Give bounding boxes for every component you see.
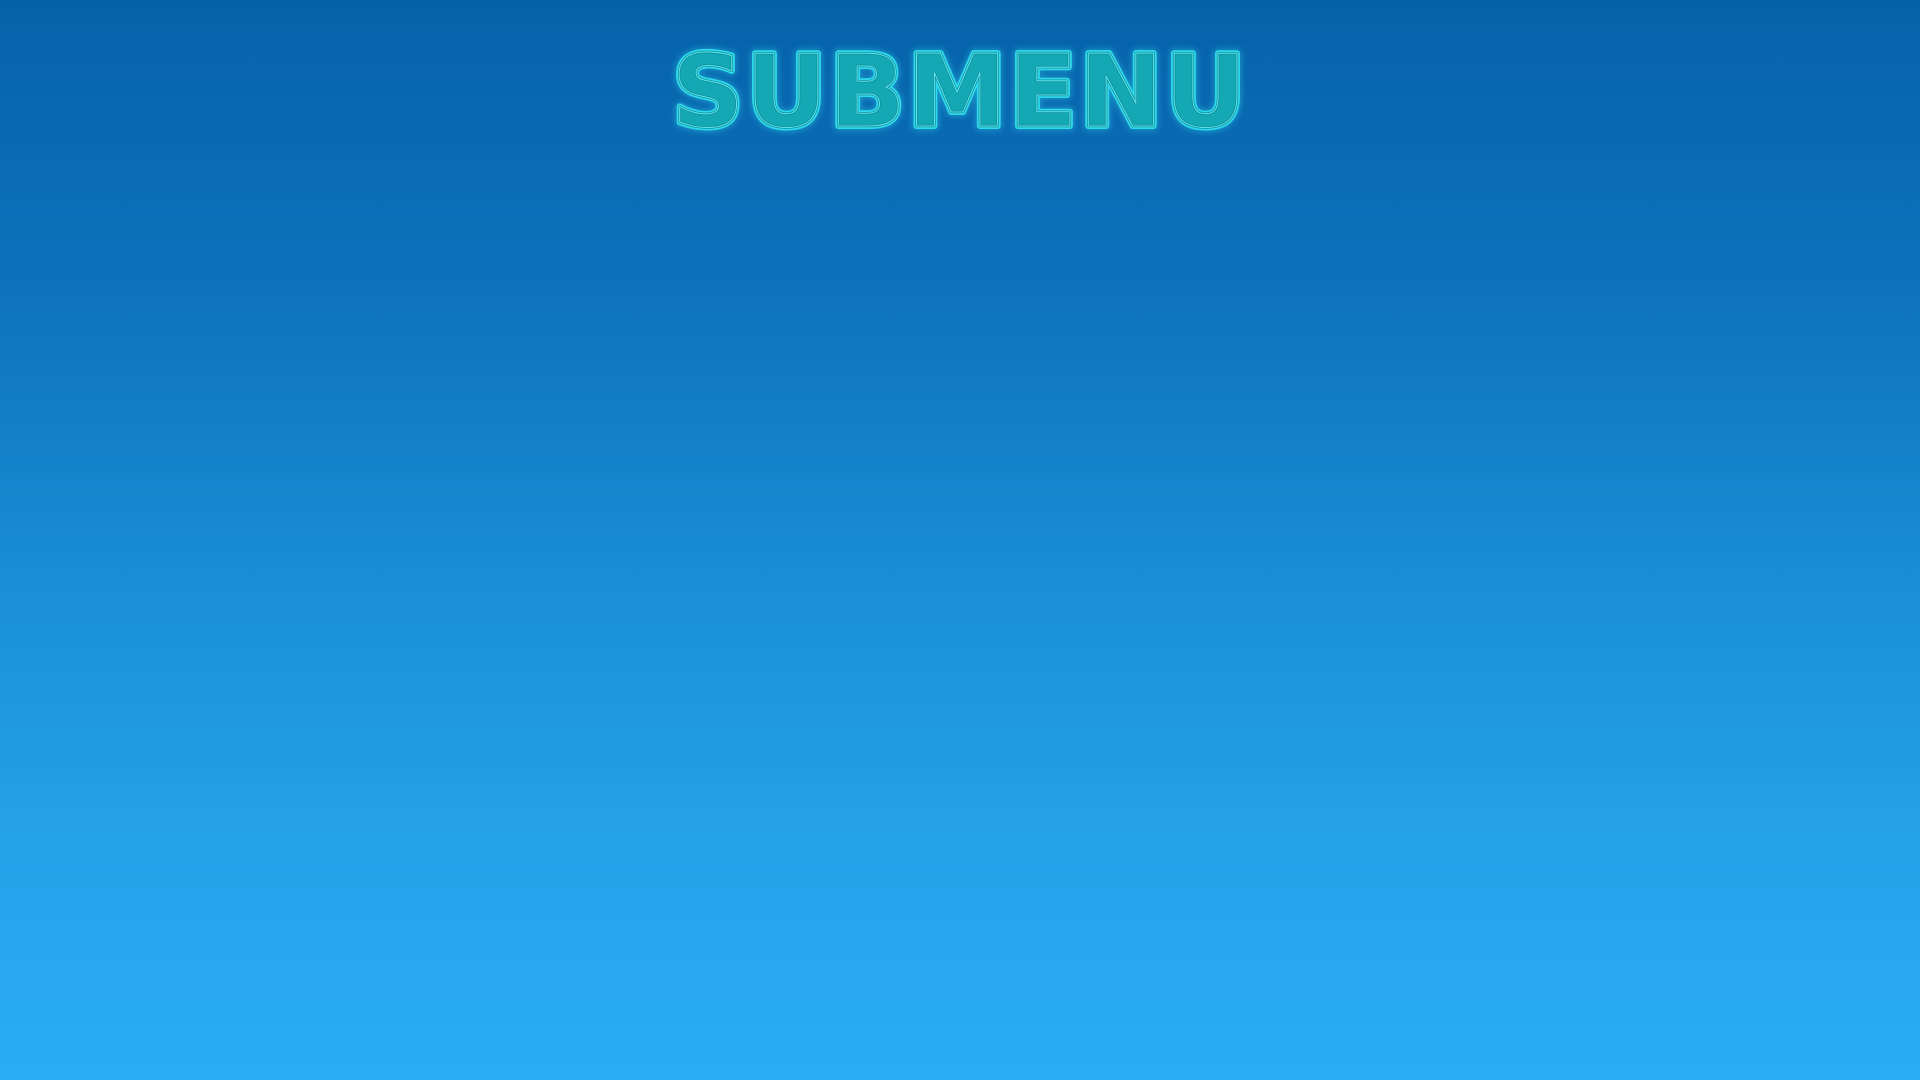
submenu-title: SUBMENU SUBMENU SUBMENU SUBMENU SUBMENU [667,29,1250,155]
title-highlight: SUBMENU [672,33,1248,150]
submenu-title-container: SUBMENU SUBMENU SUBMENU SUBMENU SUBMENU [0,29,1920,155]
